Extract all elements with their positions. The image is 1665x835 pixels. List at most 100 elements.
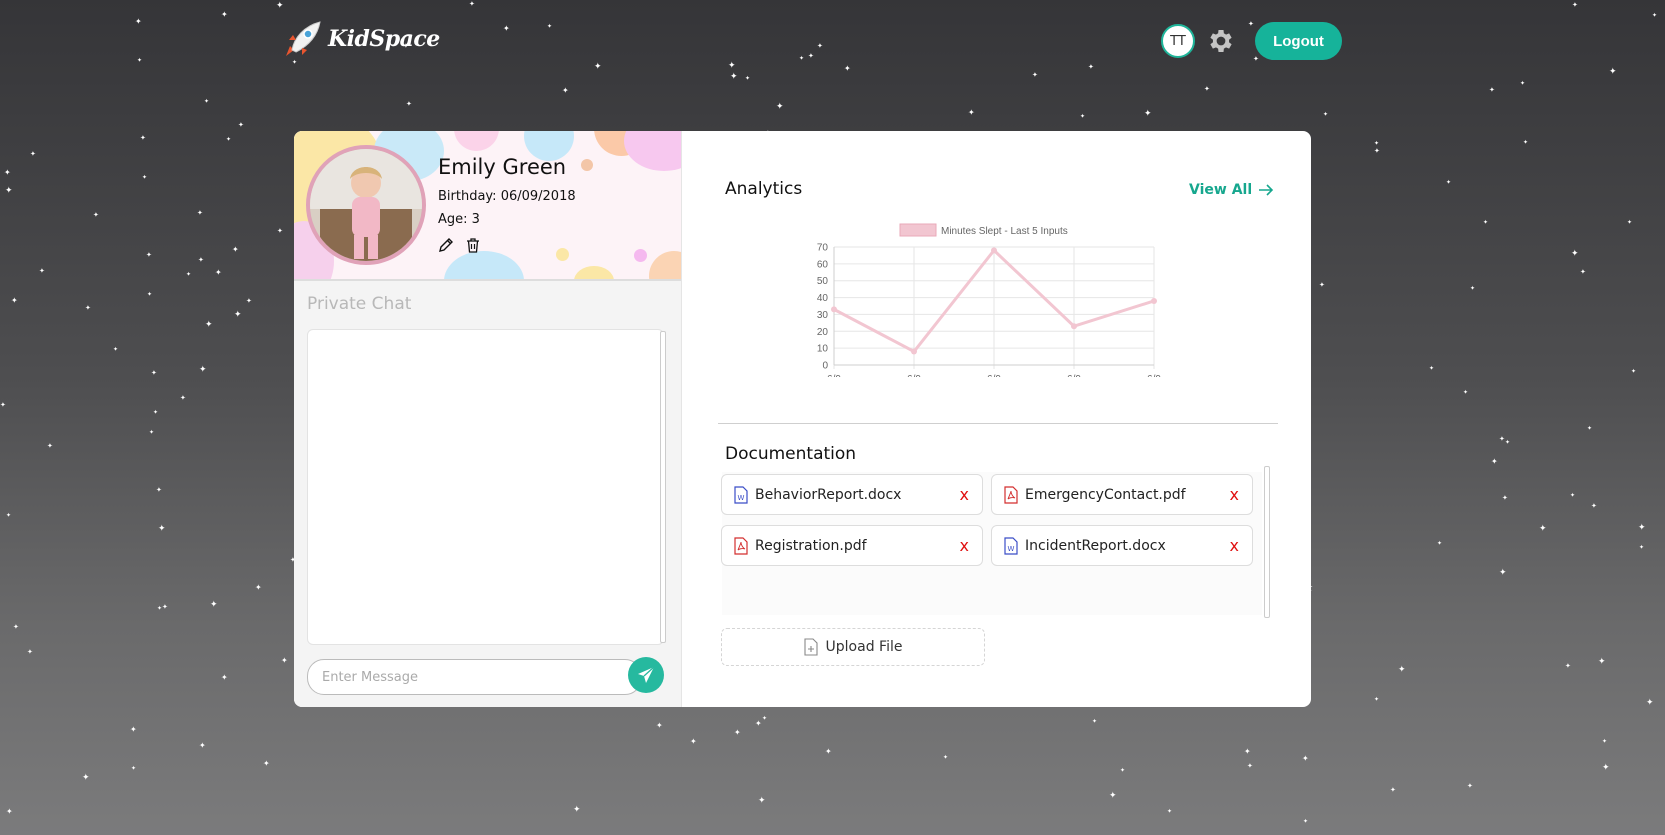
star: ✦ [1437,540,1443,547]
svg-text:W: W [1008,545,1015,553]
trash-icon[interactable] [465,237,481,253]
star: ✦ [762,715,768,722]
file-item[interactable]: W IncidentReport.docx x [991,525,1253,566]
star: ✦ [246,297,252,305]
star: ✦ [221,673,228,682]
y-tick-label: 30 [817,310,829,321]
remove-file-button[interactable]: x [960,485,969,504]
star: ✦ [1323,111,1329,118]
view-all-link[interactable]: View All [1189,182,1274,198]
y-tick-label: 40 [817,293,829,304]
gear-icon[interactable] [1206,26,1236,56]
file-item[interactable]: W BehaviorReport.docx x [721,474,983,515]
star: ✦ [1244,747,1251,756]
star: ✦ [1374,147,1380,155]
star: ✦ [1253,55,1259,63]
file-plus-icon [803,638,818,656]
star: ✦ [85,304,91,312]
star: ✦ [1463,389,1469,396]
star: ✦ [1088,63,1094,71]
profile-header: Emily Green Birthday: 06/09/2018 Age: 3 [294,131,681,281]
star: ✦ [799,55,805,62]
y-tick-label: 70 [817,243,829,254]
star: ✦ [1302,754,1309,763]
star: ✦ [158,524,166,534]
star: ✦ [943,754,949,761]
star: ✦ [1390,786,1396,794]
star: ✦ [255,583,262,592]
remove-file-button[interactable]: x [1230,536,1239,555]
star: ✦ [226,136,232,143]
star: ✦ [221,10,228,19]
child-name: Emily Green [438,155,567,179]
star: ✦ [210,600,218,610]
star: ✦ [1587,425,1593,432]
upload-file-label: Upload File [825,639,903,655]
star: ✦ [1491,457,1498,466]
remove-file-button[interactable]: x [960,536,969,555]
star: ✦ [1204,85,1210,93]
legend-swatch [899,223,937,237]
upload-file-button[interactable]: Upload File [721,628,985,666]
file-name: Registration.pdf [755,537,867,554]
rocket-icon [286,21,321,56]
logout-button[interactable]: Logout [1255,22,1342,60]
star: ✦ [1092,718,1098,725]
star: ✦ [808,52,814,60]
star: ✦ [503,24,510,33]
star: ✦ [113,346,119,353]
file-name: IncidentReport.docx [1025,537,1166,554]
star: ✦ [238,121,244,129]
documentation-scrollbar[interactable] [1264,466,1270,618]
file-item[interactable]: EmergencyContact.pdf x [991,474,1253,515]
star: ✦ [205,320,213,330]
star: ✦ [198,256,204,264]
star: ✦ [1144,109,1152,119]
star: ✦ [728,61,736,71]
data-point [1151,297,1157,304]
star: ✦ [140,134,146,142]
star: ✦ [147,291,153,298]
star: ✦ [1631,368,1637,375]
star: ✦ [1303,818,1309,825]
brand-name: KidSpace [328,26,440,52]
star: ✦ [263,759,270,768]
star: ✦ [562,86,569,95]
send-button[interactable] [628,657,664,693]
star: ✦ [755,719,762,728]
pencil-icon[interactable] [438,237,454,253]
child-age: Age: 3 [438,212,480,227]
star: ✦ [745,75,751,82]
chat-scrollbar[interactable] [660,331,666,643]
x-tick-label: 6/9 [1067,374,1081,377]
pdf-file-icon [734,536,748,555]
star: ✦ [1080,113,1086,120]
star: ✦ [11,296,18,305]
data-point [831,306,837,313]
star: ✦ [1523,139,1529,146]
star: ✦ [153,409,159,416]
star: ✦ [817,42,823,50]
star: ✦ [142,174,148,181]
star: ✦ [1627,219,1633,226]
star: ✦ [4,168,11,177]
y-tick-label: 0 [822,361,828,372]
message-input[interactable] [307,659,642,695]
file-item[interactable]: Registration.pdf x [721,525,983,566]
word-file-icon: W [1004,536,1018,555]
star: ✦ [277,227,283,235]
user-avatar[interactable]: TT [1161,24,1195,58]
star: ✦ [149,429,155,436]
chat-messages[interactable] [307,329,664,645]
star: ✦ [131,765,137,772]
star: ✦ [1646,698,1654,708]
star: ✦ [594,62,602,72]
logo[interactable]: KidSpace [282,20,440,58]
star: ✦ [1374,140,1380,147]
star: ✦ [180,394,186,402]
star: ✦ [1499,435,1505,443]
star: ✦ [5,186,13,196]
star: ✦ [1319,281,1325,289]
star: ✦ [82,773,90,783]
remove-file-button[interactable]: x [1230,485,1239,504]
